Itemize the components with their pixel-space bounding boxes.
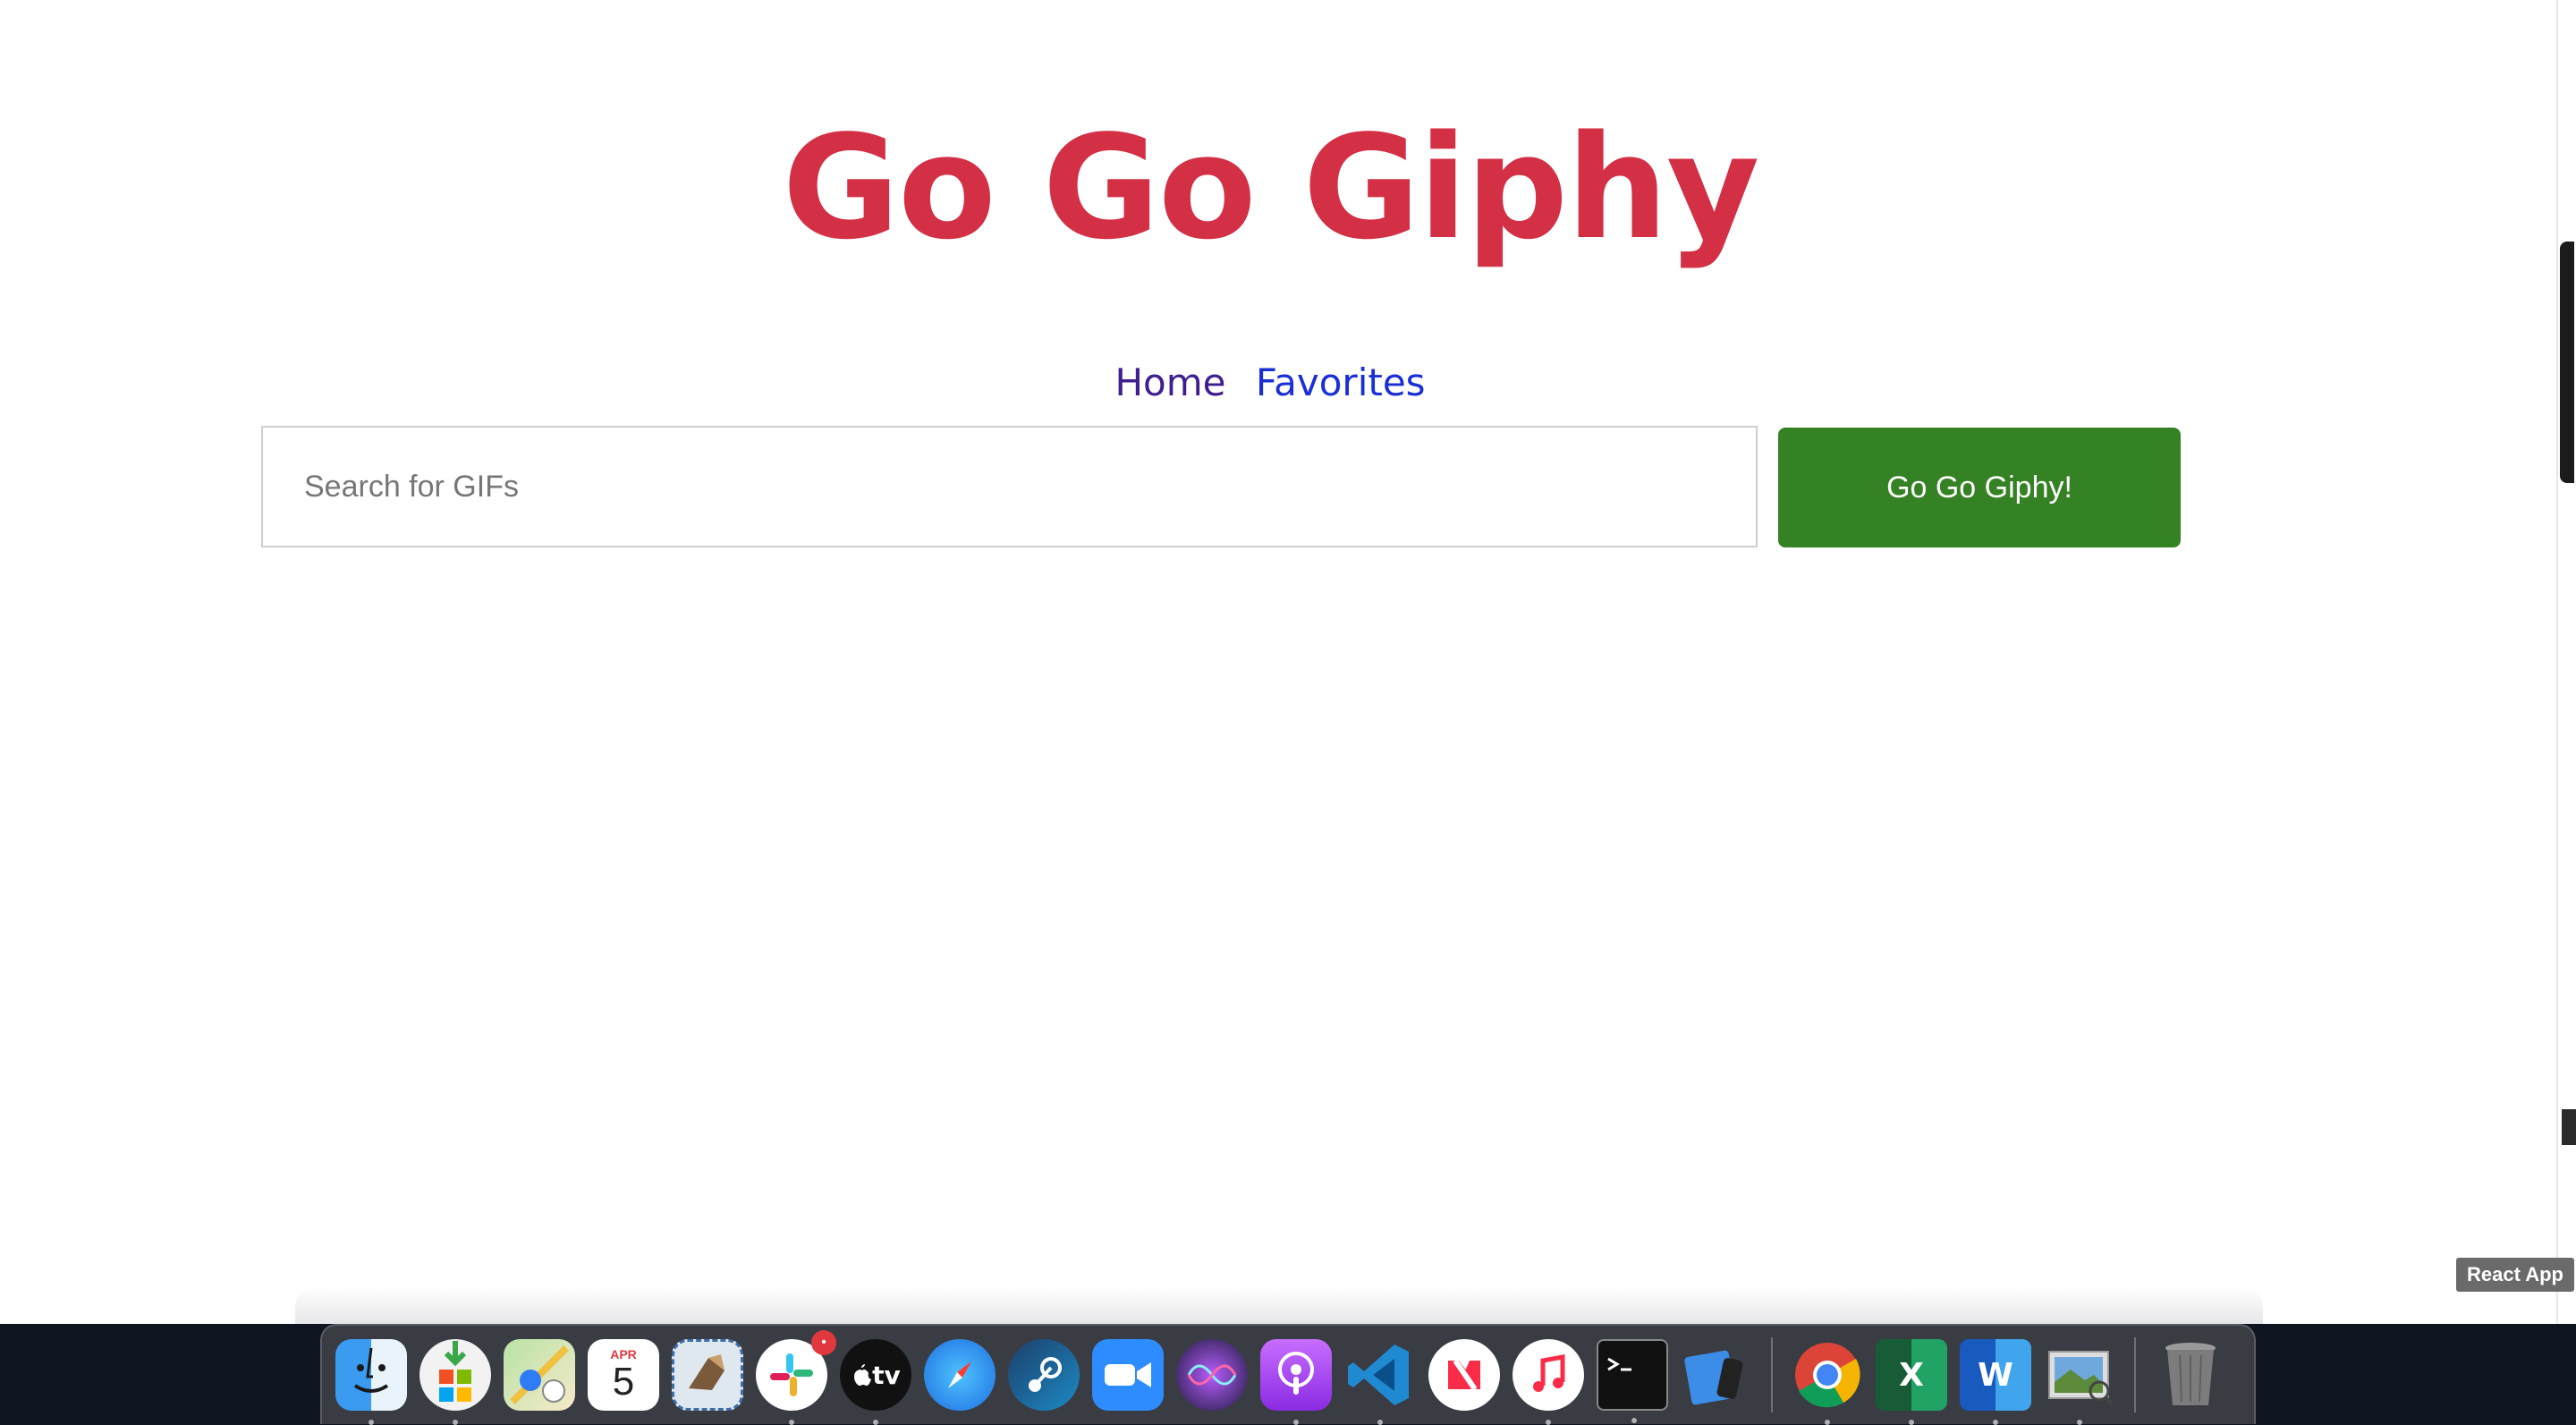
apple-tv-icon bbox=[854, 1364, 872, 1386]
running-indicator bbox=[873, 1420, 878, 1425]
running-indicator bbox=[1293, 1420, 1299, 1425]
dock-item-mail[interactable] bbox=[672, 1339, 743, 1411]
dock-item-trash[interactable] bbox=[2155, 1339, 2226, 1411]
dock-item-finder[interactable] bbox=[335, 1339, 407, 1425]
dock-item-zoom[interactable] bbox=[1092, 1339, 1164, 1411]
apple-tv-label: tv bbox=[872, 1360, 901, 1390]
dock-item-podcasts[interactable] bbox=[1260, 1339, 1332, 1425]
page-title: Go Go Giphy bbox=[782, 104, 1760, 271]
word-icon: W bbox=[1978, 1356, 2013, 1394]
dock-item-news[interactable] bbox=[1428, 1339, 1500, 1411]
zoom-icon bbox=[1105, 1362, 1151, 1387]
dock-item-preview[interactable] bbox=[2044, 1339, 2115, 1425]
nav-link-favorites[interactable]: Favorites bbox=[1256, 360, 1426, 404]
notification-badge: • bbox=[811, 1330, 836, 1355]
dock-item-terminal[interactable] bbox=[1597, 1339, 1668, 1423]
preview-icon bbox=[2048, 1351, 2114, 1405]
music-icon bbox=[1533, 1354, 1565, 1392]
dock-item-simulator[interactable] bbox=[1681, 1339, 1752, 1411]
running-indicator bbox=[1909, 1420, 1914, 1425]
running-indicator bbox=[1377, 1420, 1383, 1425]
dock-item-maps[interactable] bbox=[504, 1339, 575, 1411]
dock-separator bbox=[1771, 1337, 1773, 1412]
slack-icon bbox=[770, 1353, 813, 1396]
browser-viewport: Go Go Giphy Home Favorites Go Go Giphy! bbox=[0, 0, 2556, 1324]
siri-icon bbox=[1187, 1364, 1237, 1386]
search-input[interactable] bbox=[261, 426, 1758, 547]
dock-item-siri[interactable] bbox=[1176, 1339, 1248, 1411]
dock: APR 5 • tv X W bbox=[320, 1324, 2256, 1425]
running-indicator bbox=[789, 1420, 794, 1425]
trash-icon bbox=[2165, 1343, 2216, 1405]
running-indicator bbox=[369, 1420, 374, 1425]
calendar-day: 5 bbox=[612, 1360, 635, 1404]
simulator-icon bbox=[1684, 1350, 1743, 1405]
installer-icon bbox=[439, 1341, 471, 1402]
dock-separator bbox=[2134, 1337, 2136, 1412]
dock-item-music[interactable] bbox=[1513, 1339, 1584, 1425]
tooltip: React App bbox=[2456, 1258, 2574, 1292]
scrollbar-thumb[interactable] bbox=[2560, 242, 2574, 483]
running-indicator bbox=[1546, 1420, 1551, 1425]
vscode-icon bbox=[1348, 1344, 1409, 1405]
main-nav: Home Favorites bbox=[0, 356, 2540, 410]
running-indicator bbox=[1825, 1420, 1830, 1425]
dock-item-safari[interactable] bbox=[924, 1339, 996, 1411]
running-indicator bbox=[2077, 1420, 2082, 1425]
running-indicator bbox=[1631, 1418, 1637, 1423]
news-icon bbox=[1448, 1359, 1480, 1391]
dock-item-slack[interactable]: • bbox=[756, 1330, 836, 1425]
finder-icon bbox=[353, 1347, 389, 1393]
running-indicator bbox=[1993, 1420, 1998, 1425]
steam-icon bbox=[1029, 1357, 1062, 1392]
search-button[interactable]: Go Go Giphy! bbox=[1778, 428, 2181, 547]
running-indicator bbox=[453, 1420, 458, 1425]
dock-item-calendar[interactable]: APR 5 bbox=[588, 1339, 659, 1411]
nav-link-home[interactable]: Home bbox=[1114, 360, 1225, 404]
dock-item-installer[interactable] bbox=[419, 1339, 491, 1425]
dock-item-excel[interactable]: X bbox=[1876, 1339, 1947, 1425]
chrome-icon bbox=[1795, 1343, 1860, 1408]
dock-item-chrome[interactable] bbox=[1792, 1339, 1863, 1425]
dock-item-steam[interactable] bbox=[1008, 1339, 1080, 1411]
mail-icon bbox=[689, 1354, 724, 1390]
terminal-icon bbox=[1607, 1357, 1631, 1371]
excel-icon: X bbox=[1899, 1356, 1924, 1394]
dock-item-vscode[interactable] bbox=[1344, 1339, 1416, 1425]
window-edge bbox=[2562, 1109, 2576, 1145]
dock-item-word[interactable]: W bbox=[1960, 1339, 2031, 1425]
maps-icon bbox=[510, 1345, 569, 1404]
podcasts-icon bbox=[1278, 1352, 1314, 1395]
safari-icon bbox=[948, 1361, 971, 1388]
dock-reflection bbox=[295, 1288, 2263, 1324]
dock-item-apple-tv[interactable]: tv bbox=[840, 1339, 911, 1425]
